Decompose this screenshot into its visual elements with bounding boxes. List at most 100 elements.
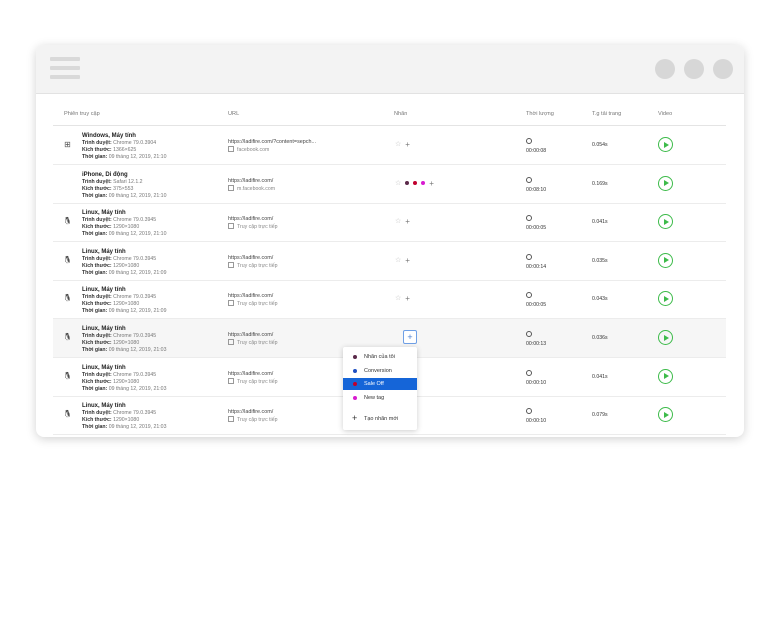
add-tag-icon[interactable]: + [405, 141, 410, 149]
duration-cell: 00:08:10 [526, 176, 546, 194]
time-value: 09 tháng 12, 2019, 21:10 [108, 154, 167, 160]
table-row[interactable]: iPhone, Di động Trình duyệt: Safari 12.1… [53, 165, 726, 204]
play-icon[interactable] [658, 175, 673, 191]
dropdown-item-conversion[interactable]: Conversion [343, 365, 417, 377]
tag-dot[interactable] [421, 181, 426, 186]
duration-cell: 00:00:10 [526, 369, 546, 387]
table-row[interactable]: 🐧 Linux, Máy tính Trình duyệt: Chrome 79… [53, 242, 726, 281]
url-cell: https://ladifire.com/ Truy cập trực tiếp [228, 215, 277, 231]
source-text: Truy cập trực tiếp [237, 301, 278, 308]
url-link[interactable]: https://ladifire.com/ [228, 408, 277, 416]
session-title: Linux, Máy tính [82, 403, 126, 410]
col-video[interactable]: Video [658, 111, 672, 117]
source-icon [228, 377, 234, 384]
duration-value: 00:00:13 [526, 341, 547, 347]
play-icon[interactable] [658, 252, 673, 268]
duration-cell: 00:00:10 [526, 408, 546, 425]
play-icon[interactable] [658, 291, 673, 307]
dropdown-item-label: Conversion [364, 367, 392, 374]
size-label: Kích thước: [82, 262, 112, 269]
add-tag-icon[interactable]: + [405, 256, 410, 264]
size-value: 375×553 [113, 185, 134, 192]
time-value: 09 tháng 12, 2019, 21:10 [108, 231, 167, 238]
time-value: 09 tháng 12, 2019, 21:03 [108, 347, 167, 353]
col-load-time[interactable]: T.g tải trang [592, 111, 621, 117]
browser-value: Chrome 79.0.3945 [113, 294, 157, 301]
col-tags[interactable]: Nhãn [394, 111, 407, 117]
play-icon[interactable] [658, 214, 673, 230]
window-button-3[interactable] [713, 59, 733, 79]
menu-icon[interactable] [50, 57, 80, 81]
browser-value: Chrome 79.0.3945 [113, 410, 157, 417]
size-value: 1290×1080 [113, 340, 140, 346]
source-text: Truy cập trực tiếp [237, 378, 278, 385]
size-label: Kích thước: [82, 417, 112, 424]
source-text: Truy cập trực tiếp [237, 224, 278, 231]
add-tag-icon[interactable]: + [405, 218, 410, 226]
table-row[interactable]: 🐧 Linux, Máy tính Trình duyệt: Chrome 79… [53, 280, 726, 320]
app-window: Phiên truy cập URL Nhãn Thời lượng T.g t… [36, 45, 744, 437]
play-icon[interactable] [658, 368, 673, 384]
clock-icon [526, 176, 532, 183]
load-time-value: 0.035s [592, 257, 608, 264]
size-label: Kích thước: [82, 147, 112, 153]
time-value: 09 tháng 12, 2019, 21:03 [108, 424, 167, 431]
url-link[interactable]: https://ladifire.com/ [228, 215, 277, 223]
star-icon[interactable]: ☆ [395, 218, 401, 225]
load-time-value: 0.043s [592, 296, 608, 303]
session-info: Linux, Máy tính Trình duyệt: Chrome 79.0… [82, 326, 166, 354]
duration-value: 00:00:10 [526, 418, 547, 425]
create-tag-button[interactable]: + Tạo nhãn mới [343, 413, 417, 425]
col-url[interactable]: URL [228, 111, 239, 117]
linux-icon: 🐧 [63, 372, 72, 380]
url-link[interactable]: https://ladifire.com/ [228, 370, 277, 378]
add-tag-icon[interactable]: + [405, 295, 410, 303]
url-cell: https://ladifire.com/?content=sepch... f… [228, 138, 316, 154]
window-button-1[interactable] [655, 59, 675, 79]
add-tag-button[interactable]: + [403, 330, 417, 344]
play-icon[interactable] [658, 137, 673, 152]
clock-icon [526, 253, 532, 260]
window-button-2[interactable] [684, 59, 704, 79]
load-time-value: 0.041s [592, 373, 608, 380]
star-icon[interactable]: ☆ [395, 180, 401, 187]
dropdown-item-new-tag[interactable]: New tag [343, 392, 417, 404]
clock-icon [526, 215, 532, 222]
source-icon [228, 300, 234, 307]
clock-icon [526, 369, 532, 376]
star-icon[interactable]: ☆ [395, 295, 401, 302]
url-link[interactable]: https://ladifire.com/ [228, 254, 277, 262]
load-time-value: 0.041s [592, 219, 608, 226]
url-link[interactable]: https://ladifire.com/ [228, 331, 277, 339]
session-info: Linux, Máy tính Trình duyệt: Chrome 79.0… [82, 210, 166, 238]
browser-label: Trình duyệt: [82, 178, 112, 185]
col-duration[interactable]: Thời lượng [526, 111, 554, 117]
source-text: Truy cập trực tiếp [237, 417, 278, 424]
tag-dot[interactable] [405, 181, 410, 186]
source-icon [228, 184, 234, 191]
tag-dot[interactable] [413, 181, 418, 186]
size-label: Kích thước: [82, 340, 112, 346]
browser-value: Chrome 79.0.3945 [113, 255, 157, 262]
url-link[interactable]: https://ladifire.com/ [228, 292, 277, 300]
session-title: Linux, Máy tính [82, 210, 126, 217]
browser-label: Trình duyệt: [82, 255, 112, 262]
session-title: Linux, Máy tính [82, 248, 126, 255]
duration-value: 00:00:14 [526, 263, 547, 270]
dropdown-item-label: New tag [364, 394, 385, 401]
add-tag-icon[interactable]: + [429, 179, 434, 187]
table-row[interactable]: 🐧 Linux, Máy tính Trình duyệt: Chrome 79… [53, 203, 726, 243]
dropdown-item-sale-off[interactable]: Sale Off [343, 378, 417, 390]
table-row[interactable]: ⊞ Windows, Máy tính Trình duyệt: Chrome … [53, 126, 726, 165]
dropdown-item-nhãn-của-tôi[interactable]: Nhãn của tôi [343, 351, 417, 363]
play-icon[interactable] [658, 330, 673, 345]
size-label: Kích thước: [82, 301, 112, 308]
play-icon[interactable] [658, 407, 673, 423]
star-icon[interactable]: ☆ [395, 141, 401, 148]
browser-value: Chrome 79.0.3945 [113, 333, 157, 339]
url-link[interactable]: https://ladifire.com/?content=sepch... [228, 138, 316, 146]
star-icon[interactable]: ☆ [395, 257, 401, 264]
url-link[interactable]: https://ladifire.com/ [228, 177, 275, 185]
col-session[interactable]: Phiên truy cập [64, 111, 100, 117]
dropdown-item-label: Nhãn của tôi [364, 354, 395, 360]
